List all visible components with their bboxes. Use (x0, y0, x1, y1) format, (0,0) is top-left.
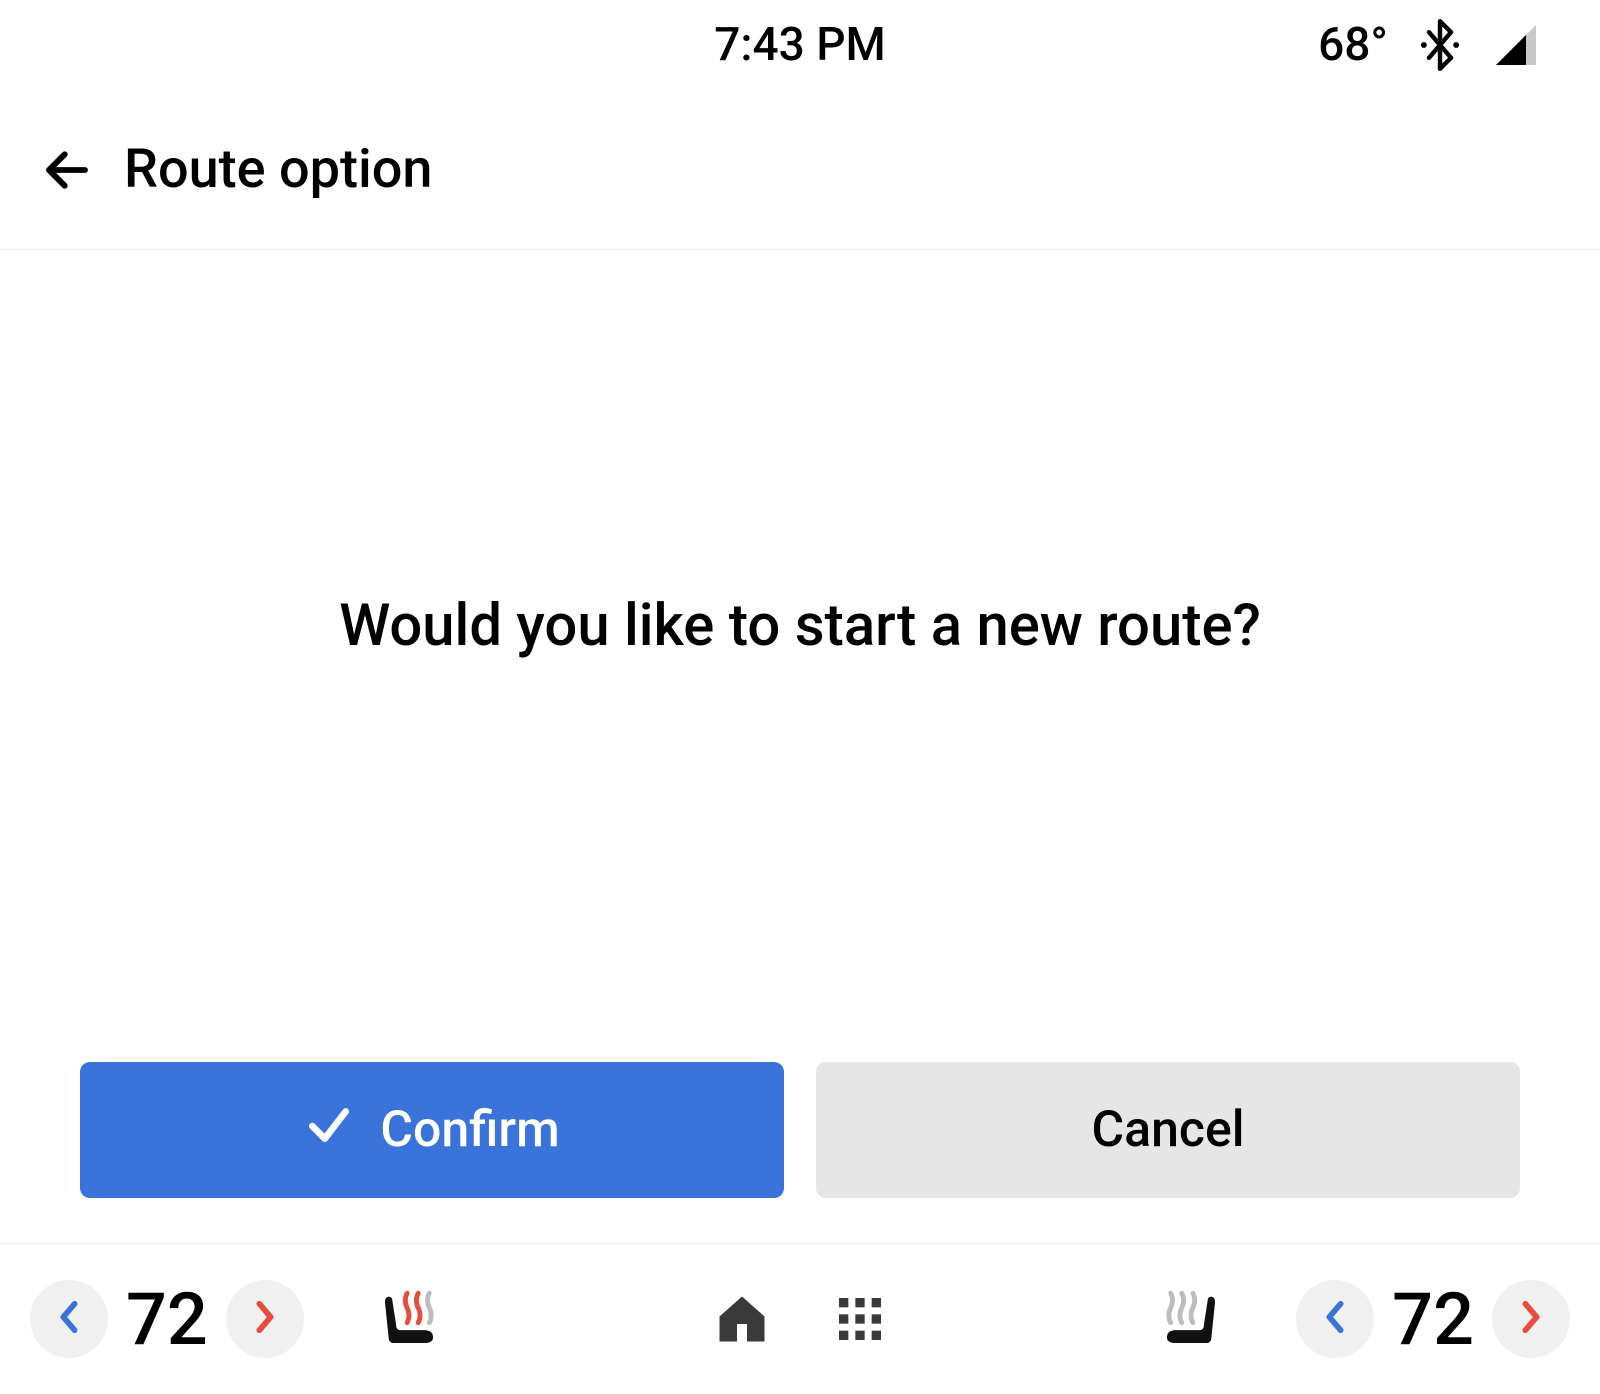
passenger-temperature: 72 (1392, 1277, 1474, 1362)
home-button[interactable] (712, 1289, 772, 1349)
chevron-right-icon (252, 1300, 278, 1338)
confirm-button-label: Confirm (380, 1101, 559, 1159)
cancel-button-label: Cancel (1091, 1101, 1244, 1159)
confirm-button[interactable]: Confirm (80, 1062, 784, 1198)
status-time: 7:43 PM (714, 18, 886, 72)
passenger-climate-group: 72 (1154, 1277, 1570, 1362)
driver-climate-group: 72 (30, 1277, 446, 1362)
driver-heated-seat-icon[interactable] (372, 1282, 446, 1356)
passenger-temp-down-button[interactable] (1296, 1280, 1374, 1358)
cancel-button[interactable]: Cancel (816, 1062, 1520, 1198)
climate-bar: 72 (0, 1244, 1600, 1394)
check-icon (304, 1099, 354, 1162)
chevron-left-icon (56, 1300, 82, 1338)
bluetooth-icon (1418, 19, 1462, 71)
prompt-question: Would you like to start a new route? (339, 592, 1261, 660)
status-bar: 7:43 PM 68° (0, 0, 1600, 90)
passenger-temp-up-button[interactable] (1492, 1280, 1570, 1358)
driver-temp-down-button[interactable] (30, 1280, 108, 1358)
apps-grid-button[interactable] (832, 1291, 888, 1347)
passenger-heated-seat-icon[interactable] (1154, 1282, 1228, 1356)
back-arrow-icon[interactable] (40, 143, 94, 197)
chevron-right-icon (1518, 1300, 1544, 1338)
driver-temp-up-button[interactable] (226, 1280, 304, 1358)
screen-header: Route option (0, 90, 1600, 250)
signal-icon (1492, 21, 1540, 69)
outside-temperature: 68° (1318, 18, 1388, 72)
driver-temperature: 72 (126, 1277, 208, 1362)
page-title: Route option (124, 138, 432, 201)
chevron-left-icon (1322, 1300, 1348, 1338)
